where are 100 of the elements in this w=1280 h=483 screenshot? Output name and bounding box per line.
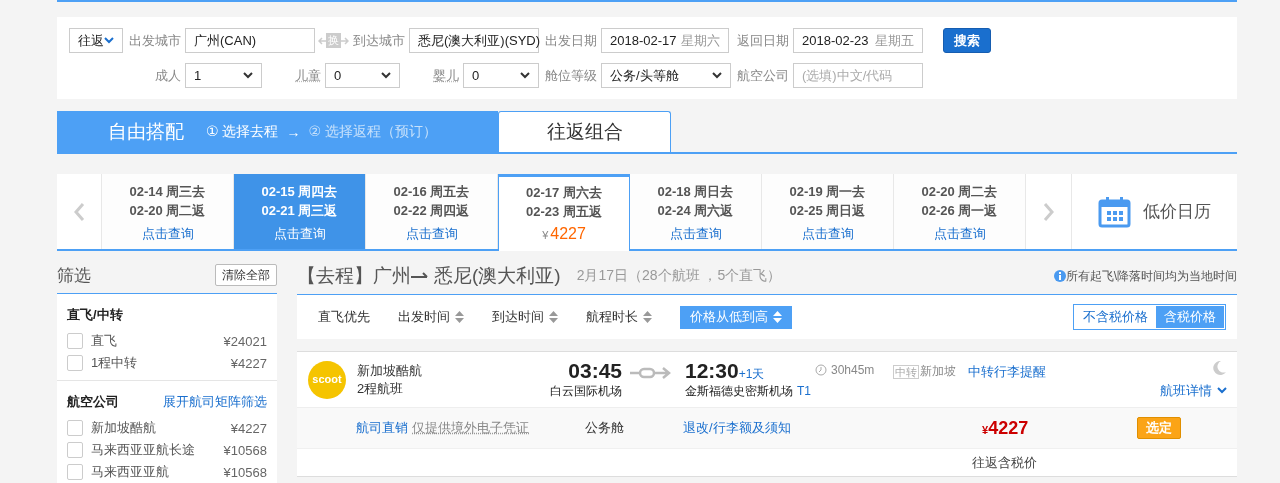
chevron-down-icon [243,72,253,79]
sort-option[interactable]: 直飞优先 [318,305,370,329]
depart-date-label: 出发日期 [544,31,598,50]
depart-date-text: 02-18 周日去 [657,183,734,201]
route-arrow-icon [630,365,672,380]
fare-rules-link[interactable]: 退改/行李额及须知 [683,419,791,437]
depart-date-text: 02-15 周四去 [261,183,338,201]
transfer-baggage-link[interactable]: 中转行李提醒 [968,364,1046,379]
depart-date-text: 02-20 周二去 [921,183,998,201]
flight-summary: 2月17日（28个航班 ，5个直飞） [576,267,782,285]
filter-option-price: ¥10568 [223,442,267,458]
from-label: 出发城市 [128,31,182,50]
sort-option[interactable]: 出发时间 [398,305,464,329]
airline-field[interactable]: (选填)中文/代码 [793,63,923,88]
origin-city: 广州 [373,264,411,288]
depart-date-text: 02-19 周一去 [789,183,866,201]
cabin-label: 舱位等级 [544,66,598,85]
filter-option-label: 马来西亚亚航 [91,463,170,481]
depart-date-text: 02-14 周三去 [129,183,206,201]
flight-details-link[interactable]: 航班详情 [1160,381,1227,400]
step-label: ① 选择去程 [206,122,279,141]
passenger-label: 婴儿 [432,66,460,85]
leg-count: 2程航班 [357,379,405,398]
return-date-text: 02-24 周六返 [657,202,734,220]
checkbox[interactable] [67,464,83,480]
return-date-text: 02-22 周四返 [393,202,470,220]
return-date-field[interactable]: 2018-02-23 星期五 [793,28,923,53]
filter-group-title: 航空公司 [67,393,119,411]
sort-option[interactable]: 到达时间 [492,305,558,329]
filter-title: 筛选 [57,264,91,287]
trip-leg-title: 【去程】 [297,264,373,288]
airline-matrix-link[interactable]: 展开航司矩阵筛选 [163,393,267,411]
chevron-down-icon [712,72,722,79]
query-link: 点击查询 [801,225,854,243]
cabin-select[interactable]: 公务/头等舱 [601,63,731,88]
chevron-down-icon [381,72,391,79]
low-price-calendar-link[interactable]: 低价日历 [1143,200,1211,223]
filter-option-label: 新加坡酷航 [91,419,157,437]
filter-option-price: ¥24021 [223,333,267,349]
passenger-select[interactable]: 1 [185,63,262,88]
currency-sign: ¥ [542,229,549,241]
filter-option-price: ¥4227 [230,420,267,436]
info-icon [1053,270,1066,282]
return-date-text: 02-20 周二返 [129,202,206,220]
filter-option-price: ¥10568 [223,464,267,480]
checkbox[interactable] [67,420,83,436]
query-link: 点击查询 [273,225,326,243]
chevron-down-icon [520,72,530,79]
search-button[interactable]: 搜索 [943,28,991,53]
to-label: 到达城市 [352,31,406,50]
passenger-label: 儿童 [294,66,322,85]
lowest-price: 4227 [550,225,586,243]
flight-duration: 30h45m [831,363,875,377]
query-link: 点击查询 [141,225,194,243]
sort-option[interactable]: 航程时长 [586,305,652,329]
query-link: 点击查询 [669,225,722,243]
trip-type-select[interactable]: 往返 [69,28,123,53]
return-date-label: 返回日期 [736,31,790,50]
airline-label: 航空公司 [736,66,790,85]
step-arrow: → [286,123,301,140]
passenger-select[interactable]: 0 [325,63,400,88]
passenger-select[interactable]: 0 [463,63,539,88]
ticket-note: 仅提供境外电子凭证 [412,419,529,437]
airline-name: 新加坡酷航 [357,361,423,380]
price-note: 往返含税价 [972,453,1037,472]
route-arrow-icon [411,271,429,281]
from-city-field[interactable]: 广州(CAN) [185,28,315,53]
checkbox[interactable] [67,442,83,458]
airline-logo: scoot [307,359,347,400]
filter-option-label: 1程中转 [91,354,139,372]
destination-city: 悉尼(澳大利亚) [434,264,561,288]
chevron-down-icon [1217,387,1227,394]
date-cell[interactable]: 02-17 周六去 02-23 周五返 ¥4227 [498,174,630,251]
departure-time: 03:45 [568,359,622,383]
filter-option-label: 直飞 [91,332,118,350]
return-date-text: 02-26 周一返 [921,202,998,220]
local-time-note: 所有起飞\降落时间均为当地时间 [1065,267,1237,285]
clock-icon [815,364,827,376]
clear-all-button[interactable]: 清除全部 [215,264,277,286]
direct-sale-link[interactable]: 航司直销 [356,419,408,437]
return-date-text: 02-23 周五返 [526,203,602,221]
transfer-city: 新加坡 [920,363,956,380]
query-link: 点击查询 [405,225,458,243]
depart-date-field[interactable]: 2018-02-17 星期六 [601,28,729,53]
depart-date-text: 02-16 周五去 [393,183,470,201]
passenger-label: 成人 [154,66,182,85]
cabin-class: 公务舱 [585,419,624,437]
filter-group-title: 直飞/中转 [67,306,123,324]
checkbox[interactable] [67,355,83,371]
calendar-icon [1098,195,1131,228]
filter-option-price: ¥4227 [230,355,267,371]
mode-tab[interactable]: 往返组合 [498,111,671,152]
chevron-down-icon [104,37,114,44]
arrival-time: 12:30 [685,359,739,383]
terminal: T1 [797,384,811,398]
checkbox[interactable] [67,333,83,349]
to-city-field[interactable]: 悉尼(澳大利亚)(SYD) [409,28,539,53]
day-offset: +1天 [738,367,765,383]
transfer-tag: 中转 [893,364,919,379]
left-arrow-icon [317,36,326,45]
